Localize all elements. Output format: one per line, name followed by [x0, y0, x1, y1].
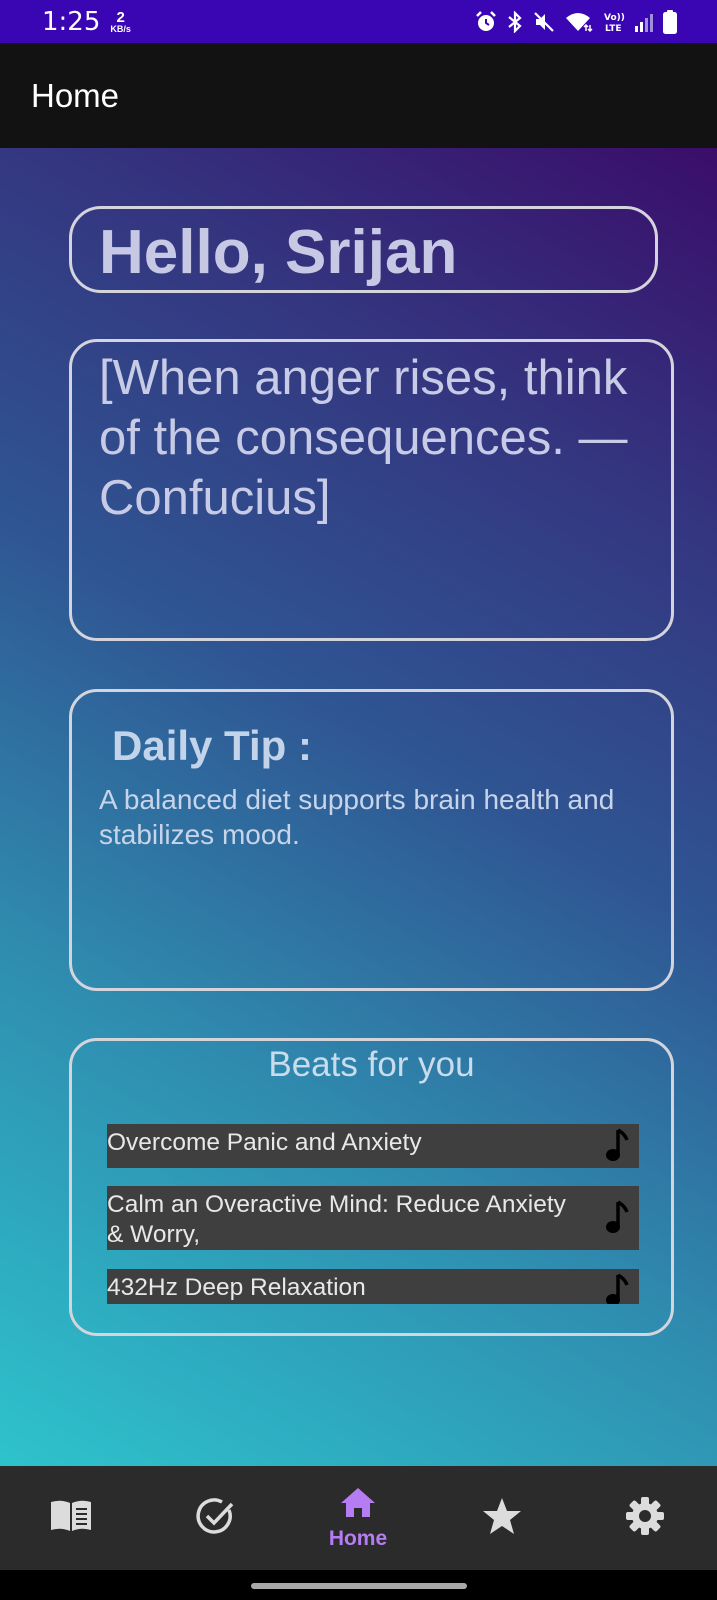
status-bar: 1:25 2 KB/s Vo)) LTE [0, 0, 717, 43]
volte-icon: Vo)) LTE [603, 11, 625, 33]
quote-card: [When anger rises, think of the conseque… [69, 339, 674, 641]
gear-icon [625, 1496, 665, 1541]
gesture-bar [0, 1570, 717, 1600]
music-note-icon[interactable] [605, 1273, 629, 1304]
app-bar: Home [0, 43, 717, 148]
nav-item-home[interactable]: Home [308, 1466, 408, 1570]
beat-item[interactable]: 432Hz Deep Relaxation [107, 1269, 639, 1304]
beats-list[interactable]: Overcome Panic and Anxiety Calm an Overa… [107, 1124, 639, 1304]
signal-icon [634, 11, 654, 33]
check-circle-icon [195, 1496, 235, 1541]
daily-tip-text: A balanced diet supports brain health an… [99, 784, 615, 850]
wifi-icon [564, 11, 594, 33]
greeting-card: Hello, Srijan [69, 206, 658, 293]
beat-item-label: Calm an Overactive Mind: Reduce Anxiety … [107, 1191, 566, 1248]
network-speed-unit: KB/s [110, 23, 131, 34]
nav-item-favorites[interactable] [452, 1466, 552, 1570]
home-content: Hello, Srijan [When anger rises, think o… [0, 148, 717, 1466]
svg-text:Vo)): Vo)) [604, 13, 625, 23]
daily-tip-card: Daily Tip : A balanced diet supports bra… [69, 689, 674, 991]
status-clock: 1:25 [42, 6, 101, 37]
nav-item-tasks[interactable] [165, 1466, 265, 1570]
book-icon [49, 1498, 93, 1539]
greeting-text: Hello, Srijan [99, 218, 458, 287]
beats-card: Beats for you Overcome Panic and Anxiety… [69, 1038, 674, 1336]
page-title: Home [31, 76, 120, 114]
nav-item-home-label: Home [328, 1526, 388, 1550]
bluetooth-icon [506, 10, 524, 33]
battery-icon [663, 9, 677, 34]
beat-item-label: 432Hz Deep Relaxation [107, 1274, 366, 1301]
gesture-handle[interactable] [251, 1583, 467, 1589]
mute-icon [533, 11, 555, 33]
status-left: 1:25 2 KB/s [42, 7, 131, 37]
beat-item[interactable]: Overcome Panic and Anxiety [107, 1124, 639, 1168]
home-icon [339, 1486, 377, 1523]
daily-tip-title: Daily Tip : [112, 722, 312, 769]
music-note-icon[interactable] [605, 1128, 629, 1172]
alarm-icon [475, 10, 497, 33]
status-icons: Vo)) LTE [475, 9, 677, 34]
network-speed-value: 2 [116, 8, 125, 26]
bottom-nav: Home [0, 1466, 717, 1570]
svg-text:LTE: LTE [605, 24, 622, 33]
network-speed: 2 KB/s [110, 10, 131, 34]
beat-item-label: Overcome Panic and Anxiety [107, 1129, 422, 1156]
star-icon [482, 1497, 522, 1540]
quote-text: [When anger rises, think of the conseque… [99, 351, 628, 525]
beats-title: Beats for you [268, 1045, 475, 1084]
nav-item-settings[interactable] [595, 1466, 695, 1570]
nav-item-journal[interactable] [21, 1466, 121, 1570]
music-note-icon[interactable] [605, 1200, 629, 1244]
beat-item[interactable]: Calm an Overactive Mind: Reduce Anxiety … [107, 1186, 639, 1250]
